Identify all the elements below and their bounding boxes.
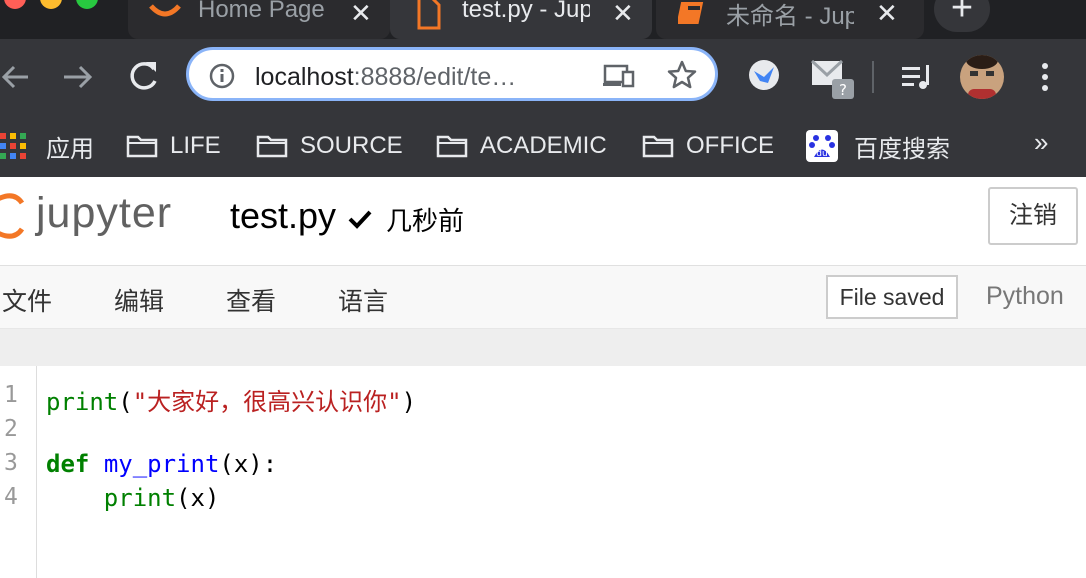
browser-toolbar: localhost:8888/edit/te… ? [0, 39, 1086, 115]
bookmark-folder-office[interactable]: OFFICE [642, 128, 774, 164]
code-line[interactable]: def my_print(x): [46, 450, 277, 478]
last-saved-time: 几秒前 [386, 206, 465, 236]
bookmarks-bar: 应用 LIFE SOURCE ACADEMIC OFFICE du 百度搜索 » [0, 115, 1086, 178]
svg-text:du: du [816, 149, 827, 159]
language-indicator: Python [986, 282, 1064, 310]
info-icon[interactable] [209, 63, 235, 89]
url-path: :8888/edit/te… [353, 63, 517, 91]
tab-title: 未命名 - Jupyter [726, 3, 854, 30]
bookmarks-overflow-button[interactable]: » [1034, 127, 1048, 158]
tab-home-page[interactable]: Home Page ✕ [128, 0, 390, 39]
bookmark-label: 应用 [46, 135, 94, 163]
cast-icon[interactable] [603, 64, 635, 88]
code-line[interactable]: print(x) [46, 484, 220, 512]
notebook-favicon-icon [678, 2, 704, 24]
file-name[interactable]: test.py [230, 195, 336, 237]
menu-bar: 文件 编辑 查看 语言 File saved Python [0, 266, 1086, 329]
toolbar-divider [872, 61, 874, 93]
gmail-checker-icon[interactable]: ? [810, 57, 858, 101]
file-favicon-icon [417, 0, 441, 30]
url-host: localhost [255, 63, 354, 91]
tab-close-icon[interactable]: ✕ [612, 0, 634, 28]
star-icon[interactable] [667, 60, 697, 90]
punctuation-token: (x): [219, 450, 278, 478]
jupyter-header: jupyter test.py 几秒前 注销 [0, 177, 1086, 266]
function-name-token: my_print [103, 450, 220, 478]
window-close-button[interactable] [4, 0, 26, 9]
line-number: 1 [4, 382, 18, 408]
address-bar[interactable]: localhost:8888/edit/te… [186, 47, 718, 101]
bookmark-label: ACADEMIC [480, 132, 607, 159]
code-editor[interactable]: 1 2 3 4 print("大家好，很高兴认识你") def my_print… [0, 366, 1086, 578]
media-playlist-icon[interactable] [900, 63, 934, 91]
menu-edit[interactable]: 编辑 [114, 282, 164, 318]
line-number: 4 [4, 484, 18, 510]
builtin-token: print [46, 388, 119, 416]
tab-title: Home Page [198, 0, 325, 23]
apps-grid-icon [0, 133, 26, 159]
bookmark-label: LIFE [170, 132, 221, 159]
line-number: 2 [4, 416, 18, 442]
editor-top-margin [0, 329, 1086, 366]
code-line[interactable]: print("大家好，很高兴认识你") [46, 382, 416, 417]
tab-test-py[interactable]: test.py - Jupyter ✕ [390, 0, 652, 39]
bookmark-apps[interactable]: 应用 [0, 128, 94, 164]
checkmark-icon [348, 210, 372, 229]
window-zoom-button[interactable] [76, 0, 98, 9]
tab-close-icon[interactable]: ✕ [876, 0, 898, 28]
indent-token [46, 484, 104, 512]
jupyter-logo-icon[interactable] [0, 191, 26, 241]
string-token: "大家好，很高兴认识你" [132, 388, 402, 416]
menu-language[interactable]: 语言 [338, 282, 388, 318]
builtin-token: print [103, 484, 177, 512]
punctuation-token: ( [118, 388, 133, 416]
keyword-token: def [46, 450, 90, 478]
new-tab-button[interactable]: + [934, 0, 990, 32]
extension-bird-icon[interactable] [748, 59, 780, 91]
logout-button[interactable]: 注销 [988, 187, 1078, 245]
menu-view[interactable]: 查看 [226, 282, 276, 318]
tab-untitled[interactable]: 未命名 - Jupyter ✕ [656, 0, 924, 39]
menu-file[interactable]: 文件 [2, 282, 52, 318]
bookmark-folder-source[interactable]: SOURCE [256, 128, 403, 164]
window-minimize-button[interactable] [40, 0, 62, 9]
baidu-icon: du [806, 130, 838, 162]
forward-arrow-icon[interactable] [60, 57, 96, 97]
bookmark-baidu[interactable]: du 百度搜索 [806, 128, 950, 164]
url-text[interactable]: localhost:8888/edit/te… [255, 63, 516, 92]
punctuation-token: ) [401, 388, 417, 416]
bookmark-label: OFFICE [686, 132, 774, 159]
more-menu-icon[interactable] [1038, 61, 1052, 93]
folder-icon [126, 135, 158, 158]
reload-icon[interactable] [124, 57, 162, 97]
svg-text:?: ? [839, 81, 847, 99]
browser-tab-strip: Home Page ✕ test.py - Jupyter ✕ 未命名 - Ju… [0, 0, 1086, 39]
tab-title: test.py - Jupyter [462, 0, 590, 23]
bookmark-label: 百度搜索 [854, 135, 950, 163]
folder-icon [256, 135, 288, 158]
punctuation-token: (x) [176, 484, 220, 512]
line-number: 3 [4, 450, 18, 476]
folder-icon [436, 135, 468, 158]
bookmark-label: SOURCE [300, 132, 403, 159]
line-number-gutter: 1 2 3 4 [0, 366, 37, 578]
save-status-indicator: File saved [826, 275, 958, 319]
bookmark-folder-academic[interactable]: ACADEMIC [436, 128, 607, 164]
folder-icon [642, 135, 674, 158]
jupyter-favicon-icon [149, 4, 181, 17]
jupyter-logo-text[interactable]: jupyter [36, 189, 172, 238]
tab-close-icon[interactable]: ✕ [350, 0, 372, 28]
profile-avatar[interactable] [960, 55, 1004, 99]
bookmark-folder-life[interactable]: LIFE [126, 128, 221, 164]
back-arrow-icon[interactable] [0, 57, 32, 97]
